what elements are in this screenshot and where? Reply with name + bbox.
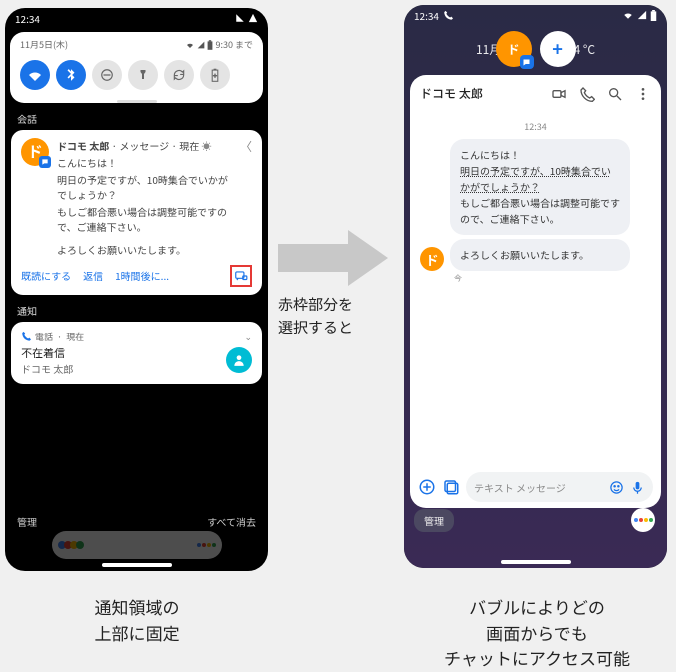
notification-header: ドコモ 太郎 · メッセージ · 現在 ☀	[57, 138, 232, 153]
status-bar: 12:34	[404, 5, 667, 25]
clear-all-button[interactable]: すべて消去	[207, 514, 256, 529]
manage-button[interactable]: 管理	[17, 514, 37, 529]
section-notifications: 通知	[17, 303, 268, 318]
chat-timestamp: 12:34	[420, 120, 651, 133]
mic-button[interactable]	[630, 480, 645, 495]
collapse-icon[interactable]: 〈	[240, 138, 252, 155]
right-phone-chat-bubble: 12:34 11月5日 ☀ 24 °C ド + ドコモ 太郎	[404, 5, 667, 568]
middle-caption: 赤枠部分を選択すると	[278, 294, 398, 339]
wifi-toggle[interactable]	[20, 60, 50, 90]
reply-button[interactable]: 返信	[83, 268, 103, 283]
notification-line4: よろしくお願いいたします。	[57, 242, 232, 257]
quick-settings-panel: 11月5日(木) 9:30 まで	[10, 32, 263, 103]
bubble-bar: ド +	[496, 31, 576, 67]
status-icons	[622, 10, 657, 21]
quick-settings-row	[10, 54, 263, 100]
missed-call-from: ドコモ 太郎	[21, 361, 73, 376]
battery-saver-toggle[interactable]	[200, 60, 230, 90]
app-badge-icon	[39, 156, 51, 168]
left-phone-notification-shade: 12:34 11月5日(木) 9:30 まで	[5, 8, 268, 571]
message-bubble[interactable]: こんにちは！ 明日の予定ですが、10時集合でいかがでしょうか？ もしご都合悪い場…	[450, 139, 630, 235]
assistant-button[interactable]	[631, 508, 655, 532]
mark-read-button[interactable]: 既読にする	[21, 268, 71, 283]
audio-call-button[interactable]	[579, 86, 595, 102]
video-call-button[interactable]	[551, 86, 567, 102]
add-bubble-button[interactable]: +	[540, 31, 576, 67]
sender-avatar: ド	[420, 247, 444, 271]
dnd-toggle[interactable]	[92, 60, 122, 90]
chat-header: ドコモ 太郎	[410, 75, 661, 112]
notification-actions: 既読にする 返信 1時間後に...	[21, 265, 252, 287]
left-caption: 通知領域の上部に固定	[37, 594, 237, 645]
panel-handle[interactable]	[117, 100, 157, 103]
section-conversations: 会話	[17, 111, 268, 126]
message-row: ド こんにちは！ 明日の予定ですが、10時集合でいかがでしょうか？ もしご都合悪…	[420, 139, 651, 271]
emoji-button[interactable]	[609, 480, 624, 495]
input-placeholder: テキスト メッセージ	[474, 480, 566, 495]
more-button[interactable]	[635, 86, 651, 102]
dock	[5, 531, 268, 559]
chat-input-bar: テキスト メッセージ	[410, 466, 661, 508]
search-button[interactable]	[607, 86, 623, 102]
bluetooth-toggle[interactable]	[56, 60, 86, 90]
notification-line2: 明日の予定ですが、10時集合でいかがでしょうか？	[57, 172, 232, 202]
status-time: 12:34	[15, 11, 40, 26]
snooze-button[interactable]: 1時間後に...	[115, 268, 169, 283]
notification-greeting: こんにちは！	[57, 155, 232, 170]
panel-date: 11月5日(木)	[20, 38, 68, 51]
rotate-toggle[interactable]	[164, 60, 194, 90]
active-bubble[interactable]: ド	[496, 31, 532, 67]
manage-button[interactable]: 管理	[414, 509, 454, 532]
expand-icon[interactable]: ⌄	[244, 330, 252, 343]
arrow-icon	[278, 230, 388, 286]
chat-body[interactable]: 12:34 ド こんにちは！ 明日の予定ですが、10時集合でいかがでしょうか？ …	[410, 112, 661, 466]
status-right: 9:30 まで	[185, 38, 253, 52]
missed-call-title: 不在着信	[21, 345, 73, 361]
call-notification[interactable]: 電話 · 現在 ⌄ 不在着信 ドコモ 太郎	[11, 322, 262, 384]
contact-avatar	[226, 347, 252, 373]
message-bubble[interactable]: よろしくお願いいたします。	[450, 239, 630, 271]
gesture-pill[interactable]	[102, 563, 172, 567]
right-caption: バブルによりどの画面からでもチャットにアクセス可能	[417, 594, 657, 671]
chat-panel: ドコモ 太郎 12:34 ド こんにちは！ 明日の予定ですが、10時集合でいかが…	[410, 75, 661, 508]
shade-footer: 管理 すべて消去	[5, 510, 268, 533]
message-input[interactable]: テキスト メッセージ	[466, 472, 653, 502]
status-time: 12:34	[414, 8, 439, 23]
sender-avatar: ド	[21, 138, 49, 166]
status-icons	[235, 13, 258, 23]
gesture-pill[interactable]	[501, 560, 571, 564]
conversation-notification[interactable]: ド ドコモ 太郎 · メッセージ · 現在 ☀ こんにちは！ 明日の予定ですが、…	[11, 130, 262, 295]
message-time: 今	[454, 273, 651, 284]
flashlight-toggle[interactable]	[128, 60, 158, 90]
status-bar: 12:34	[5, 8, 268, 28]
bubble-app-badge-icon	[520, 55, 534, 69]
search-pill[interactable]	[52, 531, 222, 559]
notification-line3: もしご都合悪い場合は調整可能ですので、ご連絡下さい。	[57, 204, 232, 234]
gallery-button[interactable]	[442, 478, 460, 496]
bubble-button[interactable]	[230, 265, 252, 287]
add-button[interactable]	[418, 478, 436, 496]
chat-contact-name: ドコモ 太郎	[420, 85, 539, 102]
phone-icon	[21, 331, 31, 341]
